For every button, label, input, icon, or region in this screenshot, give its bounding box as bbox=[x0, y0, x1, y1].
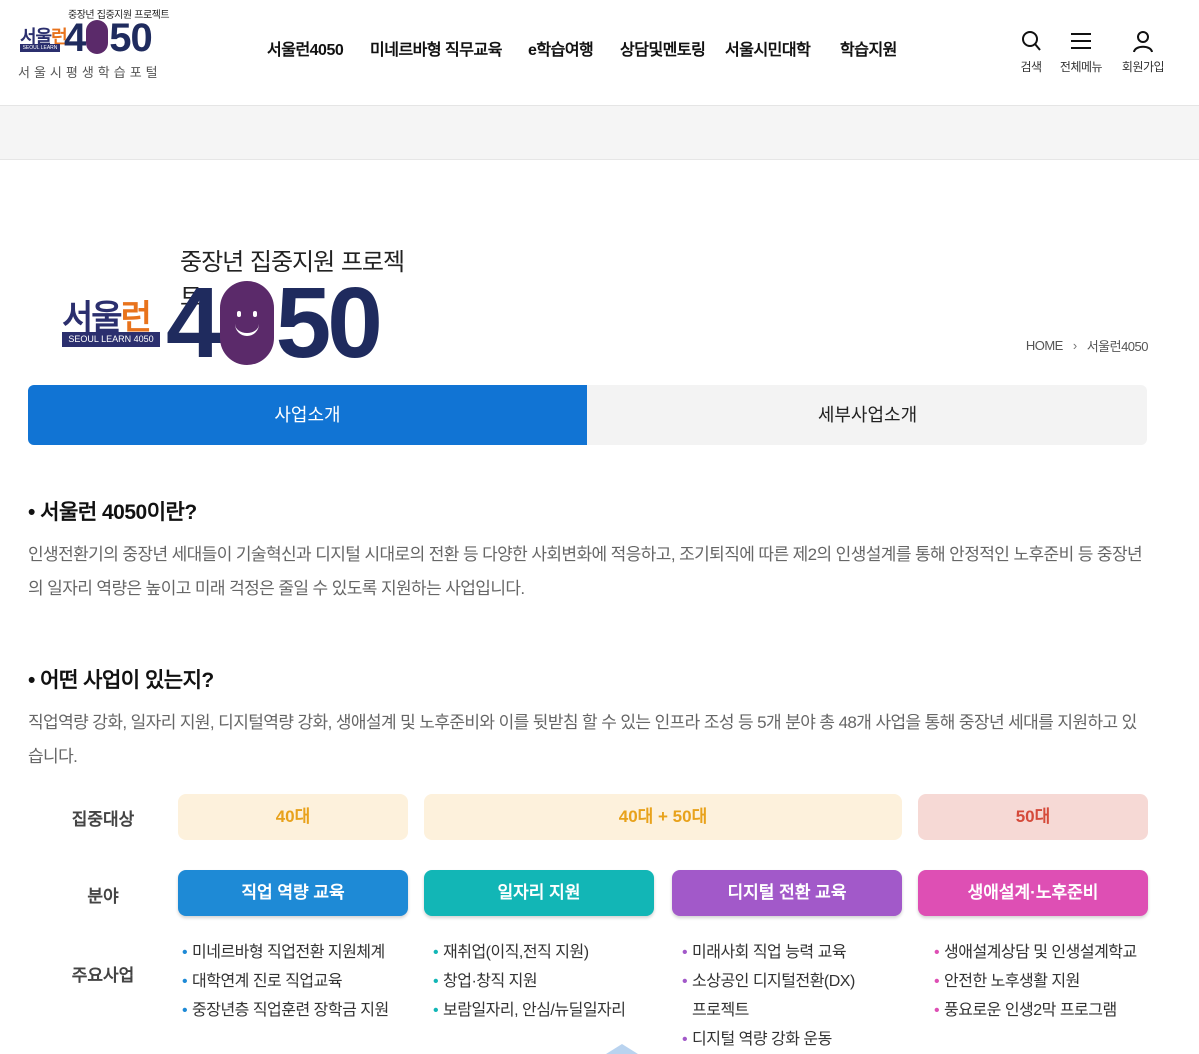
section-title-what: • 서울런 4050이란? bbox=[28, 501, 197, 524]
target-50s: 50대 bbox=[918, 794, 1148, 840]
nav-item-counseling[interactable]: 상담및멘토링 bbox=[620, 36, 706, 60]
nav-item-seoulrun4050[interactable]: 서울런4050 bbox=[267, 36, 344, 60]
items-job-support: 재취업(이직,전직 지원) 창업·창직 지원 보람일자리, 안심/뉴딜일자리 bbox=[433, 938, 626, 1025]
items-job-skills: 미네르바형 직업전환 지원체계 대학연계 진로 직업교육 중장년층 직업훈련 장… bbox=[182, 938, 389, 1025]
hamburger-icon bbox=[1071, 33, 1091, 49]
user-icon bbox=[1133, 31, 1153, 53]
field-job-support: 일자리 지원 bbox=[424, 870, 654, 916]
list-item: 디지털 역량 강화 운동 bbox=[682, 1025, 855, 1054]
content-tabs: 사업소개 세부사업소개 bbox=[28, 385, 1147, 445]
list-item: 창업·창직 지원 bbox=[433, 967, 625, 996]
search-icon bbox=[1022, 31, 1041, 51]
row-label-main: 주요사업 bbox=[71, 966, 135, 985]
chevron-right-icon: › bbox=[1072, 338, 1077, 353]
section-title-programs: • 어떤 사업이 있는지? bbox=[28, 669, 214, 692]
list-item: 재취업(이직,전직 지원) bbox=[433, 938, 625, 967]
items-life-design: 생애설계상담 및 인생설계학교 안전한 노후생활 지원 풍요로운 인생2막 프로… bbox=[934, 938, 1137, 1025]
list-item: 보람일자리, 안심/뉴딜일자리 bbox=[433, 996, 626, 1025]
section-body-programs: 직업역량 강화, 일자리 지원, 디지털역량 강화, 생애설계 및 노후준비와 … bbox=[28, 713, 1137, 766]
logo-brand-number: 4 50 bbox=[64, 16, 153, 60]
list-item: 안전한 노후생활 지원 bbox=[934, 967, 1137, 996]
row-label-field: 분야 bbox=[87, 887, 119, 906]
breadcrumb-home[interactable]: HOME bbox=[1026, 338, 1064, 353]
tab-business-intro[interactable]: 사업소개 bbox=[28, 385, 587, 445]
hero-brand-number: 4 50 bbox=[166, 267, 383, 379]
list-item: 미래사회 직업 능력 교육 bbox=[682, 938, 855, 967]
field-digital: 디지털 전환 교육 bbox=[672, 870, 902, 916]
nav-item-minerva[interactable]: 미네르바형 직무교육 bbox=[370, 36, 502, 60]
logo-portal-name: 서울시평생학습포털 bbox=[18, 66, 162, 81]
nav-item-citizen-university[interactable]: 서울시민대학 bbox=[725, 36, 811, 60]
list-item: 미네르바형 직업전환 지원체계 bbox=[182, 938, 389, 967]
target-40s: 40대 bbox=[178, 794, 408, 840]
field-life-design: 생애설계·노후준비 bbox=[918, 870, 1148, 916]
breadcrumb-current: 서울런4050 bbox=[1086, 339, 1149, 354]
full-menu-button[interactable]: 전체메뉴 bbox=[1053, 28, 1109, 75]
items-digital: 미래사회 직업 능력 교육 소상공인 디지털전환(DX)프로젝트 디지털 역량 … bbox=[682, 938, 855, 1054]
list-item: 풍요로운 인생2막 프로그램 bbox=[934, 996, 1137, 1025]
join-button[interactable]: 회원가입 bbox=[1115, 28, 1171, 75]
logo-brand-sub: SEOUL LEARN 4050 bbox=[20, 44, 60, 59]
smile-icon bbox=[219, 280, 274, 365]
join-label: 회원가입 bbox=[1121, 60, 1165, 74]
sub-navigation-band bbox=[0, 106, 1199, 160]
list-item: 대학연계 진로 직업교육 bbox=[182, 967, 389, 996]
target-40s-50s: 40대 + 50대 bbox=[424, 794, 902, 840]
full-menu-label: 전체메뉴 bbox=[1059, 60, 1103, 74]
nav-item-learning-support[interactable]: 학습지원 bbox=[840, 36, 897, 60]
scroll-top-button[interactable] bbox=[606, 1044, 638, 1054]
section-body-what: 인생전환기의 중장년 세대들이 기술혁신과 디지털 시대로의 전환 등 다양한 … bbox=[28, 545, 1143, 598]
list-item: 중장년층 직업훈련 장학금 지원 bbox=[182, 996, 389, 1025]
hero-logo: 중장년 집중지원 프로젝트 서울런 SEOUL LEARN 4050 4 50 bbox=[60, 242, 420, 378]
search-button[interactable]: 검색 bbox=[1003, 28, 1059, 75]
nav-item-elearning[interactable]: e학습여행 bbox=[528, 36, 594, 60]
list-item: 생애설계상담 및 인생설계학교 bbox=[934, 938, 1137, 967]
site-logo[interactable]: 중장년 집중지원 프로젝트 서울런 SEOUL LEARN 4050 4 50 서… bbox=[18, 6, 178, 81]
tab-detail-business-intro[interactable]: 세부사업소개 bbox=[588, 385, 1147, 445]
list-item: 소상공인 디지털전환(DX)프로젝트 bbox=[682, 967, 855, 1025]
breadcrumb: HOME › 서울런4050 bbox=[1026, 336, 1149, 355]
site-header: 중장년 집중지원 프로젝트 서울런 SEOUL LEARN 4050 4 50 서… bbox=[0, 0, 1199, 106]
field-job-skills: 직업 역량 교육 bbox=[178, 870, 408, 916]
row-label-target: 집중대상 bbox=[71, 810, 135, 829]
hero-brand-sub: SEOUL LEARN 4050 bbox=[62, 332, 160, 347]
search-label: 검색 bbox=[1020, 60, 1042, 74]
